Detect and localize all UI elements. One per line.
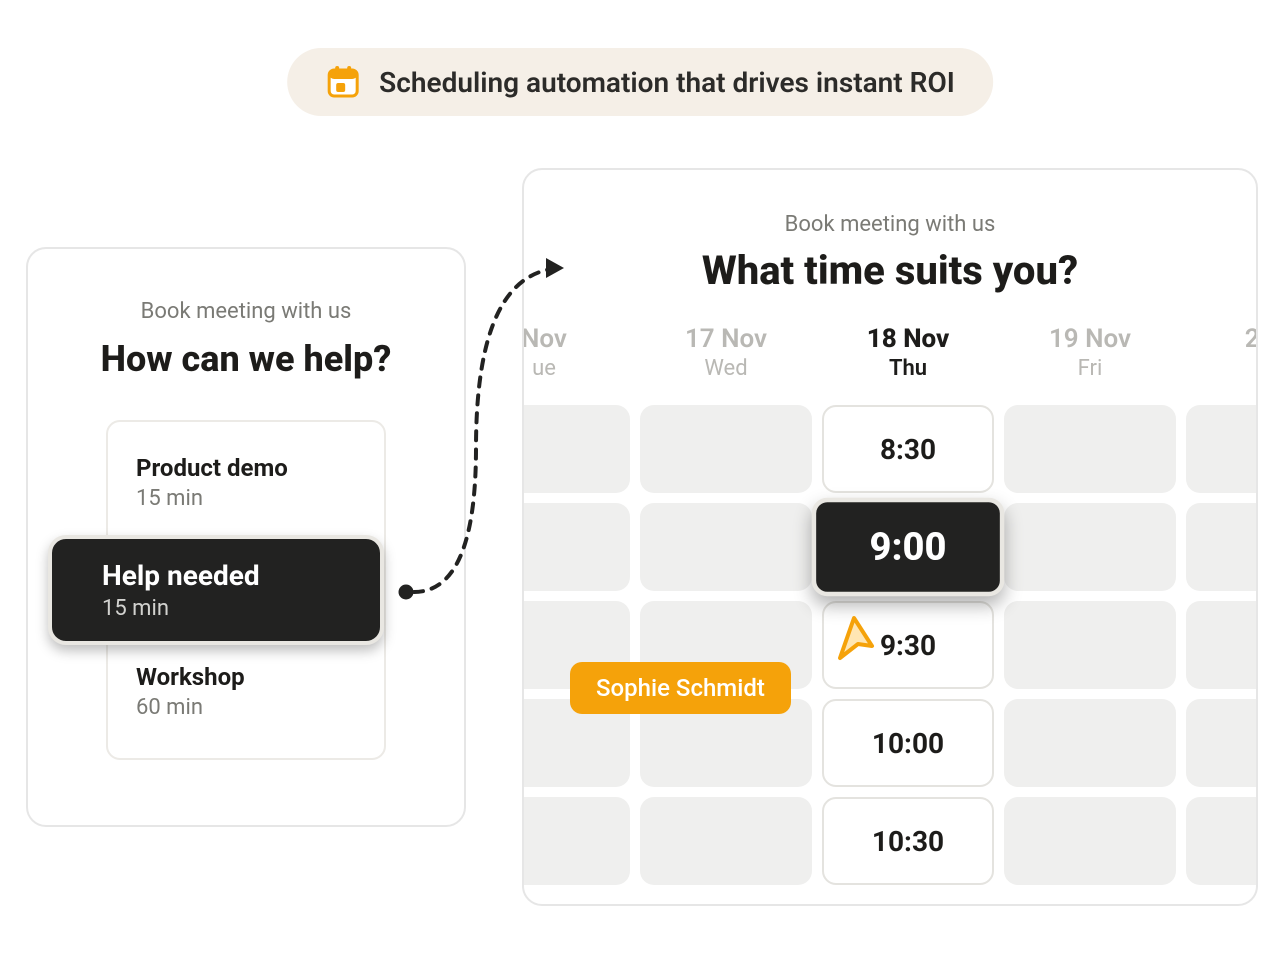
timeslot-unavailable bbox=[1004, 601, 1176, 689]
timeslot-unavailable bbox=[1004, 797, 1176, 885]
day-date: Nov bbox=[522, 324, 630, 354]
timeslot-unavailable bbox=[1004, 699, 1176, 787]
day-weekday: Fri bbox=[1004, 356, 1176, 381]
timeslot-row: 10:30 bbox=[522, 797, 1258, 885]
right-title: What time suits you? bbox=[524, 247, 1256, 294]
day-date: 20 N bbox=[1186, 324, 1258, 354]
timeslot-row: 8:30 bbox=[522, 405, 1258, 493]
timeslot-row: 9:00 bbox=[522, 503, 1258, 591]
timeslot-unavailable bbox=[1186, 797, 1258, 885]
day-date: 17 Nov bbox=[640, 324, 812, 354]
headline-text: Scheduling automation that drives instan… bbox=[379, 66, 955, 99]
day-weekday: Sa bbox=[1186, 356, 1258, 381]
meeting-type-duration: 60 min bbox=[136, 695, 356, 720]
calendar-icon bbox=[325, 64, 361, 100]
timeslot-unavailable bbox=[640, 503, 812, 591]
right-subtitle: Book meeting with us bbox=[524, 212, 1256, 237]
timeslot[interactable]: 10:30 bbox=[822, 797, 994, 885]
timeslot-unavailable bbox=[1004, 405, 1176, 493]
meeting-type-list: Product demo 15 min Help needed 15 min W… bbox=[106, 420, 386, 760]
left-title: How can we help? bbox=[70, 338, 422, 380]
timeslot-unavailable bbox=[640, 797, 812, 885]
timeslot-unavailable bbox=[522, 797, 630, 885]
timeslot-unavailable bbox=[522, 503, 630, 591]
headline-pill: Scheduling automation that drives instan… bbox=[287, 48, 993, 116]
day-weekday: Wed bbox=[640, 356, 812, 381]
day-weekday: Thu bbox=[822, 356, 994, 381]
timeslot-selected[interactable]: 9:00 bbox=[812, 498, 1005, 597]
booking-card: Book meeting with us What time suits you… bbox=[522, 168, 1258, 906]
meeting-type-option-selected[interactable]: Help needed 15 min bbox=[48, 535, 384, 645]
meeting-type-duration: 15 min bbox=[102, 596, 352, 621]
timeslot-unavailable bbox=[1004, 503, 1176, 591]
timeslot-unavailable bbox=[1186, 601, 1258, 689]
timeslot-unavailable bbox=[522, 405, 630, 493]
day-date: 18 Nov bbox=[822, 324, 994, 354]
timeslot-unavailable bbox=[640, 405, 812, 493]
left-subtitle: Book meeting with us bbox=[70, 299, 422, 324]
timeslot-unavailable bbox=[1186, 405, 1258, 493]
timeslot-grid: 8:30 9:00 9:30 10:00 bbox=[522, 405, 1258, 885]
day-col[interactable]: Nov ue bbox=[522, 324, 630, 381]
timeslot[interactable]: 8:30 bbox=[822, 405, 994, 493]
timeslot-unavailable bbox=[1186, 699, 1258, 787]
day-col[interactable]: 19 Nov Fri bbox=[1004, 324, 1176, 381]
timeslot-unavailable bbox=[1186, 503, 1258, 591]
meeting-type-duration: 15 min bbox=[136, 486, 356, 511]
meeting-type-name: Help needed bbox=[102, 559, 352, 592]
meeting-type-option[interactable]: Product demo 15 min bbox=[108, 444, 384, 527]
timeslot[interactable]: 10:00 bbox=[822, 699, 994, 787]
meeting-type-option[interactable]: Workshop 60 min bbox=[108, 653, 384, 736]
day-col[interactable]: 17 Nov Wed bbox=[640, 324, 812, 381]
cursor-user-label: Sophie Schmidt bbox=[570, 662, 791, 714]
day-weekday: ue bbox=[522, 356, 630, 381]
meeting-type-name: Workshop bbox=[136, 663, 356, 691]
day-date: 19 Nov bbox=[1004, 324, 1176, 354]
meeting-type-name: Product demo bbox=[136, 454, 356, 482]
day-header-row: Nov ue 17 Nov Wed 18 Nov Thu 19 Nov Fri … bbox=[522, 324, 1258, 405]
day-col-active[interactable]: 18 Nov Thu bbox=[822, 324, 994, 381]
day-col[interactable]: 20 N Sa bbox=[1186, 324, 1258, 381]
timeslot[interactable]: 9:30 bbox=[822, 601, 994, 689]
meeting-type-card: Book meeting with us How can we help? Pr… bbox=[26, 247, 466, 827]
